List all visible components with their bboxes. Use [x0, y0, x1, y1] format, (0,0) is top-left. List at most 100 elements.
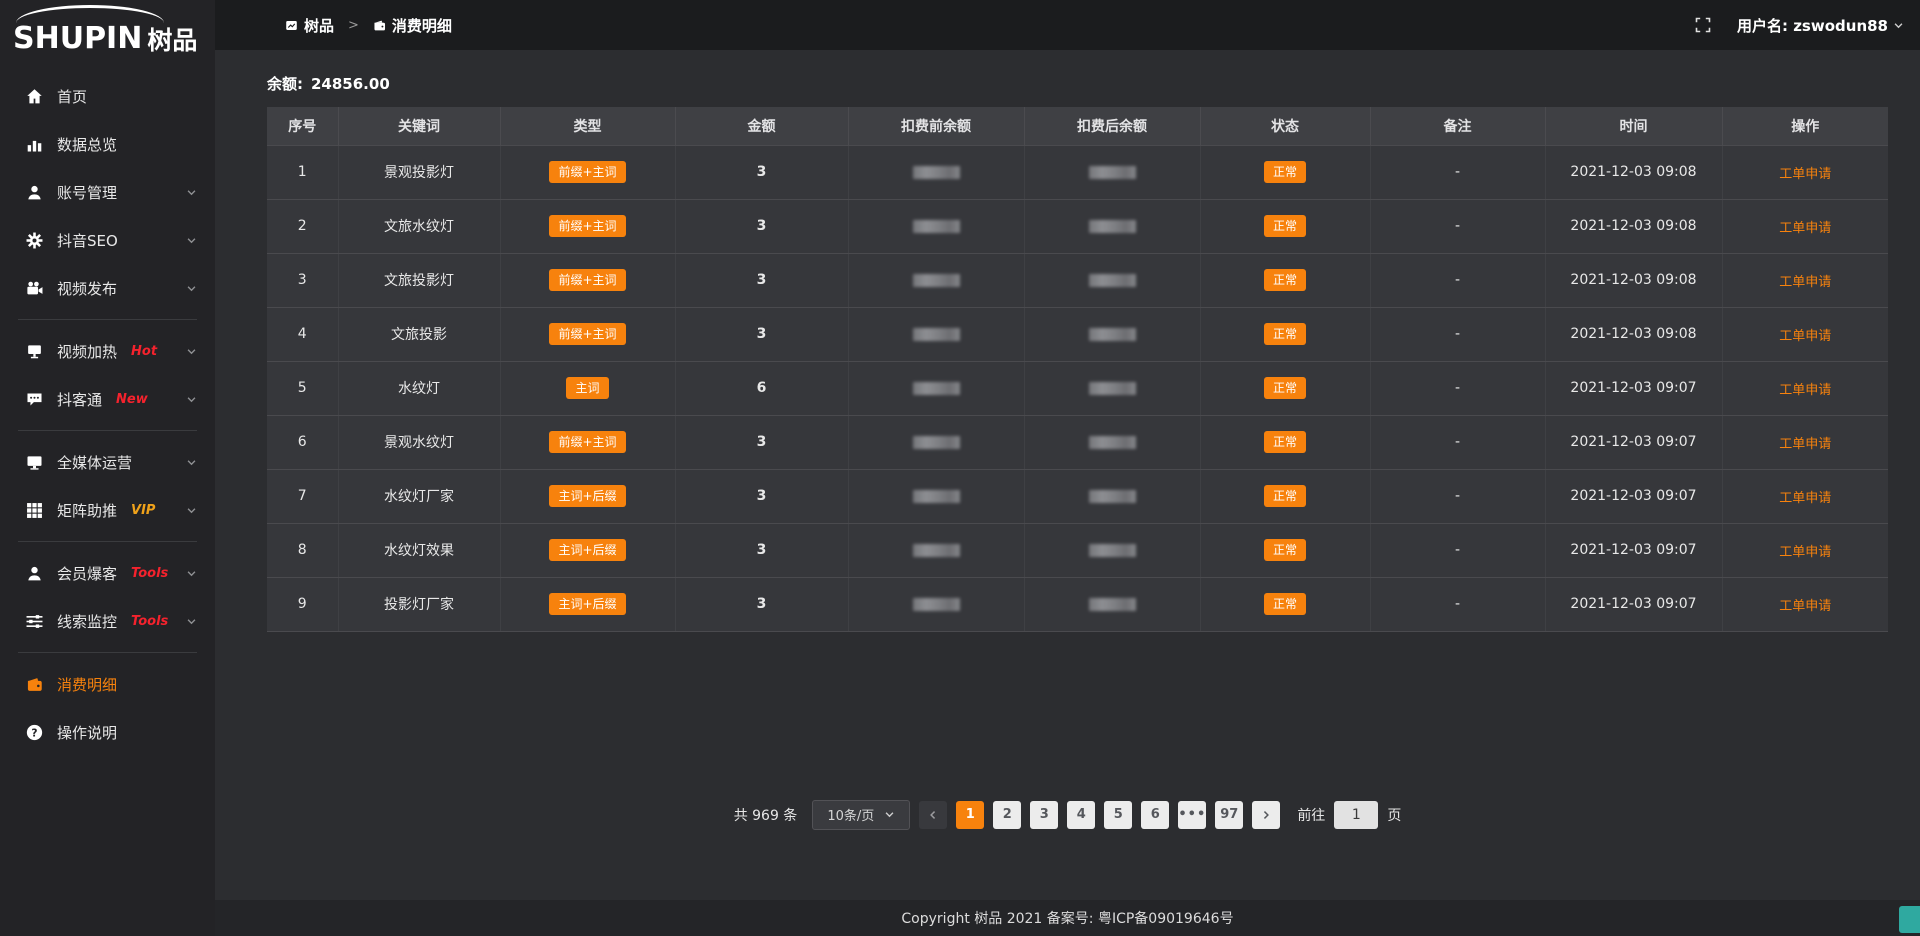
column-header: 备注 [1370, 107, 1545, 145]
cell-no: 6 [267, 415, 338, 469]
status-badge: 正常 [1264, 539, 1306, 561]
prev-page-button[interactable] [919, 801, 947, 829]
work-order-link[interactable]: 工单申请 [1779, 599, 1831, 614]
cell-amount: 3 [675, 199, 848, 253]
chevron-down-icon [884, 809, 895, 820]
sidebar-item-11[interactable]: 线索监控Tools [0, 597, 215, 645]
cell-no: 2 [267, 199, 338, 253]
sidebar-item-label: 会员爆客 [57, 563, 117, 584]
sidebar-item-9[interactable]: 矩阵助推VIP [0, 486, 215, 534]
next-page-button[interactable] [1252, 801, 1280, 829]
monitor-icon [26, 454, 43, 471]
breadcrumb-item-home[interactable]: 树品 [285, 15, 334, 36]
work-order-link[interactable]: 工单申请 [1779, 491, 1831, 506]
cell-time: 2021-12-03 09:07 [1545, 469, 1722, 523]
page-button-1[interactable]: 1 [956, 801, 984, 829]
cell-action: 工单申请 [1722, 415, 1888, 469]
goto-page-input[interactable] [1334, 801, 1378, 829]
work-order-link[interactable]: 工单申请 [1779, 545, 1831, 560]
page-button-97[interactable]: 97 [1215, 801, 1243, 829]
cell-time: 2021-12-03 09:08 [1545, 145, 1722, 199]
cell-type: 主词+后缀 [500, 523, 675, 577]
work-order-link[interactable]: 工单申请 [1779, 329, 1831, 344]
sidebar-item-13[interactable]: ?操作说明 [0, 708, 215, 756]
sidebar-item-10[interactable]: 会员爆客Tools [0, 549, 215, 597]
cell-time: 2021-12-03 09:07 [1545, 523, 1722, 577]
footer: Copyright 树品 2021 备案号: 粤ICP备09019646号 [215, 900, 1920, 936]
sidebar-item-2[interactable]: 数据总览 [0, 120, 215, 168]
cell-keyword: 文旅投影灯 [338, 253, 500, 307]
table-row: 5水纹灯主词6正常-2021-12-03 09:07工单申请 [267, 361, 1888, 415]
user-menu[interactable]: 用户名: zswodun88 [1737, 15, 1904, 36]
page-button-6[interactable]: 6 [1141, 801, 1169, 829]
column-header: 状态 [1200, 107, 1370, 145]
page-button-3[interactable]: 3 [1030, 801, 1058, 829]
sidebar-item-1[interactable]: 首页 [0, 72, 215, 120]
page-size-select[interactable]: 10条/页 [812, 800, 910, 830]
cell-keyword: 投影灯厂家 [338, 577, 500, 631]
work-order-link[interactable]: 工单申请 [1779, 275, 1831, 290]
work-order-link[interactable]: 工单申请 [1779, 221, 1831, 236]
column-header: 扣费前余额 [848, 107, 1024, 145]
sidebar-divider [18, 319, 197, 320]
cell-balance-before [848, 253, 1024, 307]
masked-balance-after [1089, 490, 1136, 503]
sidebar-item-label: 账号管理 [57, 182, 117, 203]
chevron-down-icon [186, 187, 197, 198]
cell-amount: 3 [675, 253, 848, 307]
cell-keyword: 景观水纹灯 [338, 415, 500, 469]
work-order-link[interactable]: 工单申请 [1779, 167, 1831, 182]
page-button-4[interactable]: 4 [1067, 801, 1095, 829]
masked-balance-after [1089, 166, 1136, 179]
wallet-icon [26, 676, 43, 693]
cell-remark: - [1370, 307, 1545, 361]
masked-balance-before [913, 328, 960, 341]
app-logo[interactable]: SHUPIN 树品 [0, 0, 215, 64]
chevron-down-icon [1893, 20, 1904, 31]
logo-text-cn: 树品 [147, 28, 197, 54]
column-header: 类型 [500, 107, 675, 145]
status-badge: 正常 [1264, 161, 1306, 183]
cell-status: 正常 [1200, 469, 1370, 523]
sidebar-item-6[interactable]: 视频加热Hot [0, 327, 215, 375]
status-badge: 正常 [1264, 593, 1306, 615]
type-badge: 主词+后缀 [549, 539, 625, 561]
cell-remark: - [1370, 199, 1545, 253]
cell-time: 2021-12-03 09:07 [1545, 577, 1722, 631]
breadcrumb-item-current[interactable]: 消费明细 [373, 15, 452, 36]
status-badge: 正常 [1264, 431, 1306, 453]
sidebar-item-3[interactable]: 账号管理 [0, 168, 215, 216]
consumption-table: 序号关键词类型金额扣费前余额扣费后余额状态备注时间操作 1景观投影灯前缀+主词3… [267, 107, 1888, 632]
cell-balance-before [848, 577, 1024, 631]
status-badge: 正常 [1264, 323, 1306, 345]
sidebar-item-12[interactable]: 消费明细 [0, 660, 215, 708]
svg-text:?: ? [31, 726, 37, 739]
page-button-2[interactable]: 2 [993, 801, 1021, 829]
page-ellipsis[interactable]: ••• [1178, 801, 1206, 829]
type-badge: 前缀+主词 [549, 161, 625, 183]
pagination-bar: 共 969 条 10条/页 123456•••97 前往 页 [215, 800, 1920, 830]
header-right: 用户名: zswodun88 [1695, 15, 1904, 36]
goto-label: 前往 [1297, 805, 1325, 825]
page-button-5[interactable]: 5 [1104, 801, 1132, 829]
sidebar-item-7[interactable]: 抖客通New [0, 375, 215, 423]
fullscreen-icon[interactable] [1695, 17, 1711, 33]
sidebar-item-5[interactable]: 视频发布 [0, 264, 215, 312]
cell-no: 7 [267, 469, 338, 523]
cell-amount: 3 [675, 307, 848, 361]
table-row: 8水纹灯效果主词+后缀3正常-2021-12-03 09:07工单申请 [267, 523, 1888, 577]
work-order-link[interactable]: 工单申请 [1779, 437, 1831, 452]
breadcrumb: 树品 > 消费明细 [285, 15, 452, 36]
work-order-link[interactable]: 工单申请 [1779, 383, 1831, 398]
copyright-text: Copyright 树品 2021 备案号: 粤ICP备09019646号 [901, 908, 1233, 928]
cell-balance-after [1024, 577, 1200, 631]
chevron-down-icon [186, 283, 197, 294]
cell-remark: - [1370, 577, 1545, 631]
type-badge: 前缀+主词 [549, 431, 625, 453]
logo-arc-icon [16, 5, 164, 23]
cell-keyword: 文旅水纹灯 [338, 199, 500, 253]
floating-widget[interactable] [1899, 906, 1920, 933]
cell-action: 工单申请 [1722, 307, 1888, 361]
sidebar-item-4[interactable]: 抖音SEO [0, 216, 215, 264]
sidebar-item-8[interactable]: 全媒体运营 [0, 438, 215, 486]
